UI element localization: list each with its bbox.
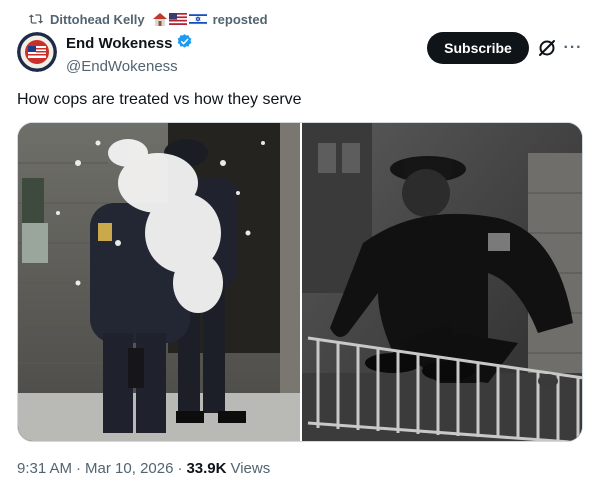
repost-label: reposted — [212, 11, 268, 27]
name-emojis — [152, 12, 207, 26]
reposter-name[interactable]: Dittohead Kelly — [50, 12, 145, 27]
views-label: Views — [230, 460, 271, 477]
right-photo — [302, 123, 582, 441]
us-flag-icon — [168, 13, 187, 25]
left-photo — [18, 123, 300, 441]
verified-badge-icon — [176, 33, 193, 55]
israel-flag-icon — [188, 13, 207, 25]
repost-context: Dittohead Kelly reposted — [28, 10, 268, 28]
tweet-text: How cops are treated vs how they serve — [17, 91, 302, 108]
views-count: 33.9K — [186, 460, 227, 477]
meta-separator: · — [177, 460, 183, 477]
display-name-row[interactable]: End Wokeness — [66, 33, 193, 55]
tweet-media[interactable] — [17, 122, 583, 442]
display-name[interactable]: End Wokeness — [66, 35, 172, 53]
tweet-meta: 9:31 AM · Mar 10, 2026 · 33.9K Views — [17, 459, 270, 479]
tweet-time[interactable]: 9:31 AM — [17, 459, 72, 479]
author-info[interactable]: End Wokeness @EndWokeness — [66, 33, 193, 76]
more-icon[interactable]: ··· — [563, 38, 583, 58]
repost-icon — [28, 12, 44, 26]
author-handle[interactable]: @EndWokeness — [66, 58, 193, 76]
meta-separator: · — [76, 460, 82, 477]
grok-icon[interactable] — [537, 38, 557, 58]
house-emoji-icon — [152, 12, 167, 26]
avatar[interactable] — [17, 32, 57, 72]
subscribe-button[interactable]: Subscribe — [427, 32, 529, 64]
tweet-date[interactable]: Mar 10, 2026 — [85, 459, 173, 479]
tweet-card[interactable]: Dittohead Kelly reposted End Wokeness @E… — [0, 0, 600, 496]
